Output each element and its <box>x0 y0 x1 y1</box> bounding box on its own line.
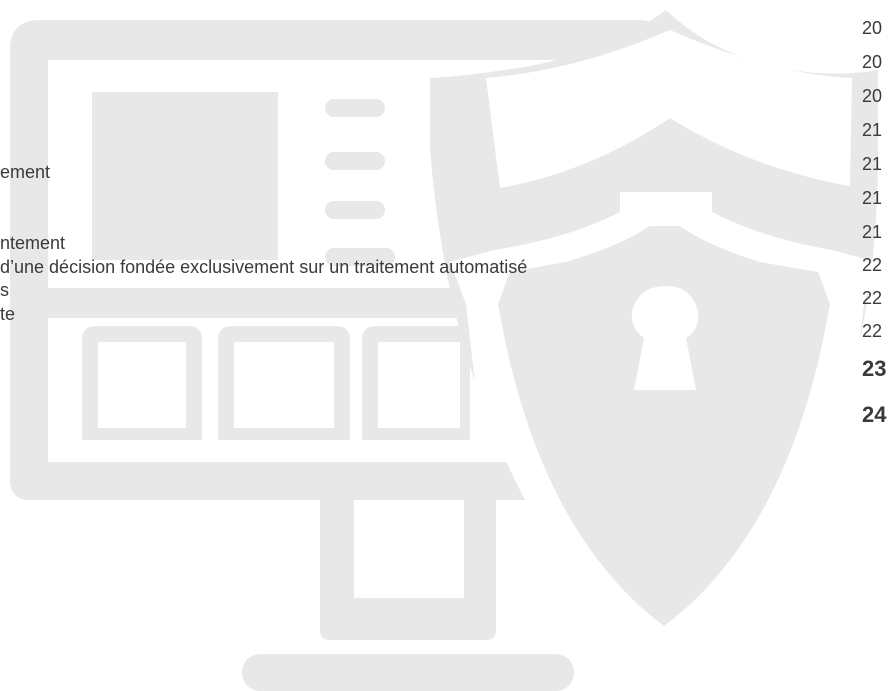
toc-page-number: 21 <box>862 120 883 140</box>
toc-page-number: 20 <box>862 86 883 106</box>
toc-section-page-number: 24 <box>862 402 887 427</box>
toc-page-number: 21 <box>862 222 883 242</box>
toc-page-number: 22 <box>862 255 883 275</box>
toc-page-number: 21 <box>862 154 883 174</box>
toc-page-numbers: 20 20 20 21 21 21 21 22 22 22 23 24 <box>862 0 896 691</box>
toc-entry[interactable]: s <box>0 279 9 301</box>
toc-page-number: 22 <box>862 288 883 308</box>
toc-page-number: 20 <box>862 18 883 38</box>
toc-section-page-number: 23 <box>862 356 887 381</box>
toc-page-number: 22 <box>862 321 883 341</box>
toc-entry[interactable]: ement <box>0 161 50 183</box>
toc-page-number: 21 <box>862 188 883 208</box>
toc-page-number: 20 <box>862 52 883 72</box>
toc-entry[interactable]: ntement <box>0 232 65 254</box>
toc-entries: ement ntement d’une décision fondée excl… <box>0 0 896 691</box>
toc-entry[interactable]: te <box>0 303 15 325</box>
toc-entry[interactable]: d’une décision fondée exclusivement sur … <box>0 256 527 278</box>
